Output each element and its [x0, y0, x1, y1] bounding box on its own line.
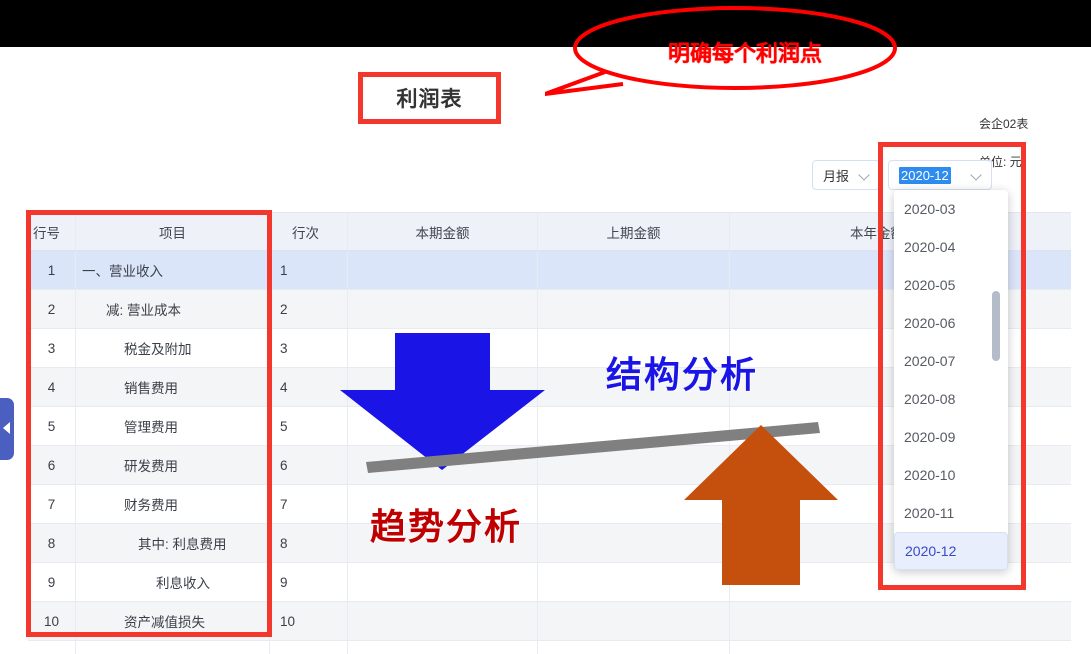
row-number-cell[interactable]: 10 [28, 602, 76, 640]
line-number-cell[interactable]: 8 [270, 524, 348, 562]
item-name-cell[interactable]: 研发费用 [76, 446, 270, 484]
period-select[interactable]: 2020-12 [888, 160, 992, 190]
row-number-cell[interactable] [28, 641, 76, 654]
list-item[interactable]: 2020-06 [894, 304, 1008, 342]
item-name-cell[interactable]: 资产减值损失 [76, 602, 270, 640]
chevron-down-icon [971, 169, 983, 181]
column-header[interactable]: 行次 [270, 213, 348, 250]
current-amount-cell[interactable] [348, 485, 538, 523]
row-number-cell[interactable]: 2 [28, 290, 76, 328]
row-number-cell[interactable]: 3 [28, 329, 76, 367]
item-name-cell[interactable] [76, 641, 270, 654]
dropdown-scrollbar[interactable] [992, 196, 1004, 564]
chevron-left-icon [3, 422, 10, 434]
list-item[interactable]: 2020-09 [894, 418, 1008, 456]
period-toolbar: 月报 2020-12 [812, 160, 992, 190]
callout-bubble: 明确每个利润点 [543, 6, 905, 98]
sidebar-collapse-handle[interactable] [0, 398, 14, 460]
current-amount-cell[interactable] [348, 368, 538, 406]
item-name-cell[interactable]: 销售费用 [76, 368, 270, 406]
current-amount-cell[interactable] [348, 290, 538, 328]
previous-amount-cell[interactable] [538, 563, 730, 601]
line-number-cell[interactable]: 9 [270, 563, 348, 601]
item-name-cell[interactable]: 管理费用 [76, 407, 270, 445]
current-amount-cell[interactable] [348, 602, 538, 640]
current-amount-cell[interactable] [348, 563, 538, 601]
row-number-cell[interactable]: 1 [28, 251, 76, 289]
previous-amount-cell[interactable] [538, 329, 730, 367]
report-title-annotation: 利润表 [358, 72, 501, 124]
previous-amount-cell[interactable] [538, 524, 730, 562]
previous-amount-cell[interactable] [538, 641, 730, 654]
item-name-cell[interactable]: 一、营业收入 [76, 251, 270, 289]
column-header[interactable]: 本期金额 [348, 213, 538, 250]
frequency-value: 月报 [823, 168, 850, 184]
form-code-label: 会企02表 [979, 117, 1029, 131]
previous-amount-cell[interactable] [538, 407, 730, 445]
line-number-cell[interactable]: 3 [270, 329, 348, 367]
row-number-cell[interactable]: 9 [28, 563, 76, 601]
line-number-cell[interactable]: 5 [270, 407, 348, 445]
previous-amount-cell[interactable] [538, 251, 730, 289]
current-amount-cell[interactable] [348, 524, 538, 562]
item-name-cell[interactable]: 减: 营业成本 [76, 290, 270, 328]
ytd-amount-cell[interactable] [730, 602, 1071, 640]
table-row[interactable]: 10 资产减值损失 10 [28, 602, 1071, 641]
page-title: 利润表 [396, 88, 463, 111]
line-number-cell[interactable]: 4 [270, 368, 348, 406]
line-number-cell[interactable] [270, 641, 348, 654]
column-header[interactable]: 上期金额 [538, 213, 730, 250]
column-header[interactable]: 行号 [28, 213, 76, 250]
current-amount-cell[interactable] [348, 446, 538, 484]
row-number-cell[interactable]: 6 [28, 446, 76, 484]
column-header[interactable]: 项目 [76, 213, 270, 250]
current-amount-cell[interactable] [348, 251, 538, 289]
table-row[interactable] [28, 641, 1071, 654]
current-amount-cell[interactable] [348, 407, 538, 445]
callout-text: 明确每个利润点 [667, 41, 822, 66]
item-name-cell[interactable]: 利息收入 [76, 563, 270, 601]
previous-amount-cell[interactable] [538, 290, 730, 328]
item-name-cell[interactable]: 财务费用 [76, 485, 270, 523]
line-number-cell[interactable]: 7 [270, 485, 348, 523]
list-item-selected[interactable]: 2020-12 [894, 532, 1008, 570]
previous-amount-cell[interactable] [538, 602, 730, 640]
period-value: 2020-12 [899, 166, 951, 184]
list-item[interactable]: 2020-07 [894, 342, 1008, 380]
line-number-cell[interactable]: 6 [270, 446, 348, 484]
row-number-cell[interactable]: 4 [28, 368, 76, 406]
row-number-cell[interactable]: 8 [28, 524, 76, 562]
list-item[interactable]: 2020-05 [894, 266, 1008, 304]
period-dropdown-panel[interactable]: 2020-03 2020-04 2020-05 2020-06 2020-07 … [894, 190, 1008, 570]
current-amount-cell[interactable] [348, 329, 538, 367]
item-name-cell[interactable]: 其中: 利息费用 [76, 524, 270, 562]
row-number-cell[interactable]: 5 [28, 407, 76, 445]
row-number-cell[interactable]: 7 [28, 485, 76, 523]
line-number-cell[interactable]: 2 [270, 290, 348, 328]
list-item[interactable]: 2020-08 [894, 380, 1008, 418]
app-root: 会企02表 单位: 元 月报 2020-12 2020-03 2020-04 2… [0, 0, 1091, 654]
ytd-amount-cell[interactable] [730, 641, 1071, 654]
chevron-down-icon [859, 169, 871, 181]
line-number-cell[interactable]: 1 [270, 251, 348, 289]
previous-amount-cell[interactable] [538, 446, 730, 484]
list-item[interactable]: 2020-10 [894, 456, 1008, 494]
dropdown-scrollbar-thumb[interactable] [992, 291, 1000, 361]
list-item[interactable]: 2020-03 [894, 190, 1008, 228]
line-number-cell[interactable]: 10 [270, 602, 348, 640]
frequency-select[interactable]: 月报 [812, 160, 880, 190]
previous-amount-cell[interactable] [538, 368, 730, 406]
list-item[interactable]: 2020-11 [894, 494, 1008, 532]
period-option-list: 2020-03 2020-04 2020-05 2020-06 2020-07 … [894, 190, 1008, 570]
current-amount-cell[interactable] [348, 641, 538, 654]
previous-amount-cell[interactable] [538, 485, 730, 523]
item-name-cell[interactable]: 税金及附加 [76, 329, 270, 367]
list-item[interactable]: 2020-04 [894, 228, 1008, 266]
